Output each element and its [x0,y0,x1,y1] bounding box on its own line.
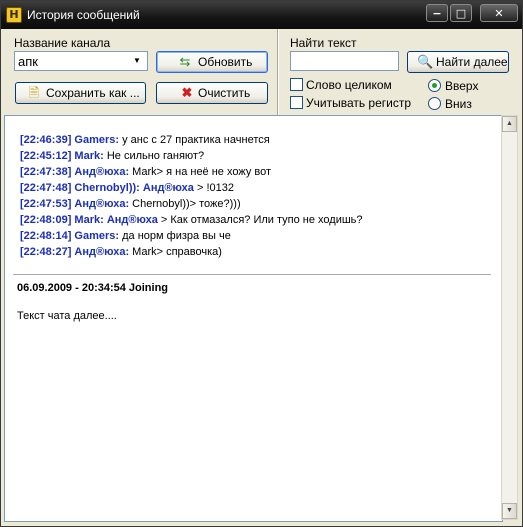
close-icon: ✕ [494,7,504,20]
message-mention[interactable]: Анд®юха [107,214,158,226]
message-time: [22:46:39] [20,134,72,146]
message-nick[interactable]: Gamers: [74,134,119,146]
chevron-down-icon[interactable]: ▼ [129,52,145,70]
message-nick[interactable]: Mark: [74,150,103,162]
search-input[interactable] [290,51,399,71]
message-time: [22:48:27] [20,246,72,258]
message-text: > Как отмазался? Или тупо не ходишь? [157,214,363,226]
message-time: [22:45:12] [20,150,72,162]
direction-down-label: Вниз [445,97,472,111]
chat-continued-text: Текст чата далее.... [17,310,117,322]
chat-message: [22:48:14] Gamers: да норм физра вы че [20,230,231,242]
channel-value: апк [18,54,38,69]
find-user-icon: 🔍 [417,54,434,69]
message-text: Mark> я на неё не хожу вот [129,166,272,178]
maximize-button[interactable]: □ [450,4,472,22]
whole-word-label: Слово целиком [306,78,392,92]
direction-up-label: Вверх [445,79,479,93]
match-case-checkbox[interactable] [290,96,303,109]
channel-combobox[interactable]: апк ▼ [14,51,148,71]
clear-x-icon: ✖ [181,85,193,100]
scroll-down-button[interactable]: ▼ [502,503,517,519]
maximize-icon: □ [455,7,467,20]
message-time: [22:47:38] [20,166,72,178]
message-nick[interactable]: Анд®юха: [74,198,129,210]
save-document-icon: 🗎 [28,85,40,100]
save-as-label: Сохранить как ... [46,86,140,100]
refresh-label: Обновить [198,55,253,69]
refresh-icon: ⇆ [179,54,191,69]
clear-button[interactable]: ✖ Очистить [156,82,268,104]
find-next-button[interactable]: 🔍 Найти далее [407,51,509,73]
channel-label: Название канала [14,36,111,50]
message-time: [22:48:09] [20,214,72,226]
direction-down-radio[interactable] [428,97,441,110]
refresh-button[interactable]: ⇆ Обновить [156,51,268,73]
close-button[interactable]: ✕ [480,4,518,22]
history-window: H История сообщений − □ ✕ Название канал… [0,0,523,527]
message-time: [22:47:48] [20,182,72,194]
arrow-down-icon: ▼ [506,507,513,514]
message-text: Chernobyl))> тоже?))) [129,198,241,210]
window-title: История сообщений [27,8,140,22]
find-next-label: Найти далее [436,55,508,69]
clear-label: Очистить [198,86,251,100]
arrow-up-icon: ▲ [506,120,513,127]
scroll-up-button[interactable]: ▲ [502,116,517,132]
message-time: [22:47:53] [20,198,72,210]
title-bar[interactable]: H История сообщений − □ ✕ [1,1,522,29]
minimize-icon: − [432,7,442,20]
message-nick[interactable]: Gamers: [74,230,119,242]
message-time: [22:48:14] [20,230,72,242]
chat-message: [22:47:38] Анд®юха: Mark> я на неё не хо… [20,166,271,178]
minimize-button[interactable]: − [426,4,448,22]
message-mention[interactable]: Анд®юха [143,182,194,194]
direction-up-radio[interactable] [428,79,441,92]
chat-scrollbar[interactable]: ▲ ▼ [501,115,518,520]
chat-message: [22:48:27] Анд®юха: Mark> справочка) [20,246,222,258]
toolbar-divider [277,29,279,115]
message-nick[interactable]: Mark: [74,214,103,226]
chat-message: [22:47:48] Chernobyl)): Анд®юха > !0132 [20,182,234,194]
chat-message: [22:48:09] Mark: Анд®юха > Как отмазался… [20,214,363,226]
message-text: да норм физра вы че [119,230,231,242]
app-icon: H [6,7,22,23]
message-nick[interactable]: Анд®юха: [74,246,129,258]
message-text: у анс с 27 практика начнется [119,134,270,146]
radio-selected-dot [432,83,437,88]
message-nick[interactable]: Chernobyl)): [74,182,139,194]
search-label: Найти текст [290,36,357,50]
save-as-button[interactable]: 🗎 Сохранить как ... [15,82,146,104]
message-nick[interactable]: Анд®юха: [74,166,129,178]
match-case-label: Учитывать регистр [306,96,412,110]
message-text: Mark> справочка) [129,246,222,258]
chat-log[interactable]: [22:46:39] Gamers: у анс с 27 практика н… [4,115,503,522]
chat-message: [22:46:39] Gamers: у анс с 27 практика н… [20,134,270,146]
chat-message: [22:45:12] Mark: Не сильно ганяют? [20,150,204,162]
message-text: Не сильно ганяют? [103,150,205,162]
chat-divider [13,274,491,275]
chat-message: [22:47:53] Анд®юха: Chernobyl))> тоже?))… [20,198,241,210]
joining-line: 06.09.2009 - 20:34:54 Joining [17,282,169,294]
message-text: > !0132 [193,182,234,194]
whole-word-checkbox[interactable] [290,78,303,91]
